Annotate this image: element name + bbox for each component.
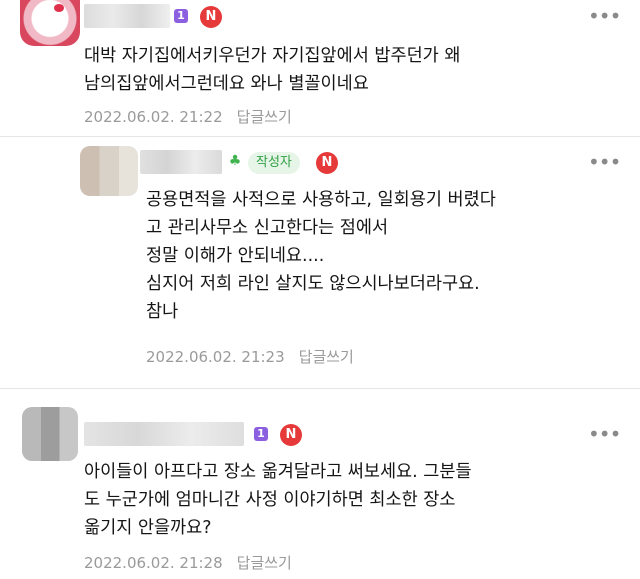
new-badge: N xyxy=(280,424,302,446)
comment-meta: 2022.06.02. 21:23 답글쓰기 xyxy=(146,346,354,367)
comment-meta: 2022.06.02. 21:28 답글쓰기 xyxy=(84,552,292,573)
comment-date: 2022.06.02. 21:22 xyxy=(84,108,223,126)
comment-date: 2022.06.02. 21:23 xyxy=(146,348,285,366)
comment-list: 1 N ••• 대박 자기집에서키우던가 자기집앞에서 밥주던가 왜 남의집앞에… xyxy=(0,0,640,579)
sprout-icon: ♣ xyxy=(228,153,242,169)
reply-link[interactable]: 답글쓰기 xyxy=(237,108,292,126)
more-dots-icon[interactable]: ••• xyxy=(588,424,621,444)
author-badge: 작성자 xyxy=(248,152,300,174)
level-badge: 1 xyxy=(174,9,188,23)
more-dots-icon[interactable]: ••• xyxy=(588,6,621,26)
author-name-blurred[interactable] xyxy=(84,422,244,446)
avatar[interactable] xyxy=(22,407,78,461)
comment-text: 아이들이 아프다고 장소 옮겨달라고 써보세요. 그분들 도 누군가에 엄마니간… xyxy=(84,462,472,538)
comment-date: 2022.06.02. 21:28 xyxy=(84,554,223,572)
avatar[interactable] xyxy=(80,146,138,196)
new-badge: N xyxy=(316,152,338,174)
comment-text: 대박 자기집에서키우던가 자기집앞에서 밥주던가 왜 남의집앞에서그런데요 와나… xyxy=(84,46,461,94)
reply-link[interactable]: 답글쓰기 xyxy=(299,348,354,366)
comment-text: 공용면적을 사적으로 사용하고, 일회용기 버렸다 고 관리사무소 신고한다는 … xyxy=(146,190,496,322)
level-badge: 1 xyxy=(254,427,268,441)
new-badge: N xyxy=(200,6,222,28)
avatar[interactable] xyxy=(20,0,80,46)
avatar-bow xyxy=(54,4,64,12)
author-name-blurred[interactable] xyxy=(84,4,170,28)
comment-meta: 2022.06.02. 21:22 답글쓰기 xyxy=(84,106,292,127)
author-name-blurred[interactable] xyxy=(140,150,222,174)
reply-link[interactable]: 답글쓰기 xyxy=(237,554,292,572)
more-dots-icon[interactable]: ••• xyxy=(588,152,621,172)
